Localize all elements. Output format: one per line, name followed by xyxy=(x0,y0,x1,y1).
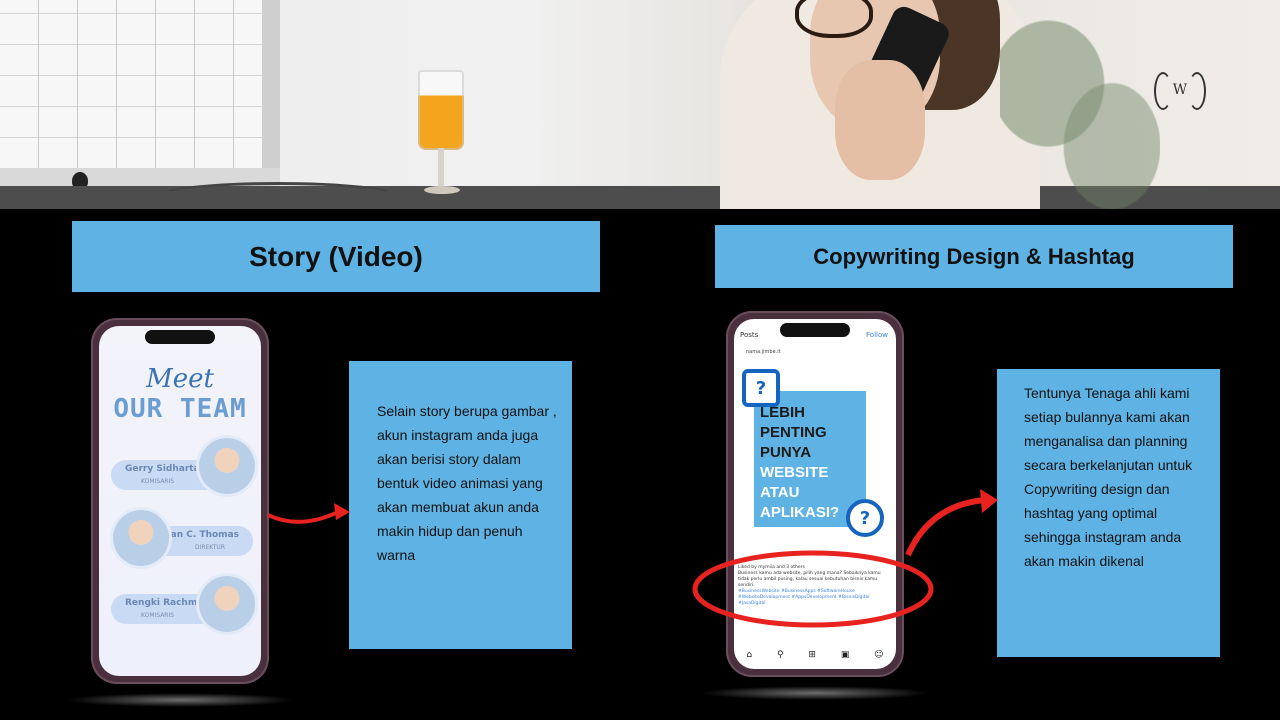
slide: W Story (Video) Copywriting Design & Has… xyxy=(0,0,1280,720)
arrowhead-left-icon xyxy=(334,503,350,520)
caption-highlight-ellipse xyxy=(692,550,934,628)
arrow-left-icon xyxy=(267,510,339,524)
annotation-layer xyxy=(267,489,998,628)
arrowhead-right-icon xyxy=(980,489,998,513)
arrow-right-icon xyxy=(905,497,986,557)
